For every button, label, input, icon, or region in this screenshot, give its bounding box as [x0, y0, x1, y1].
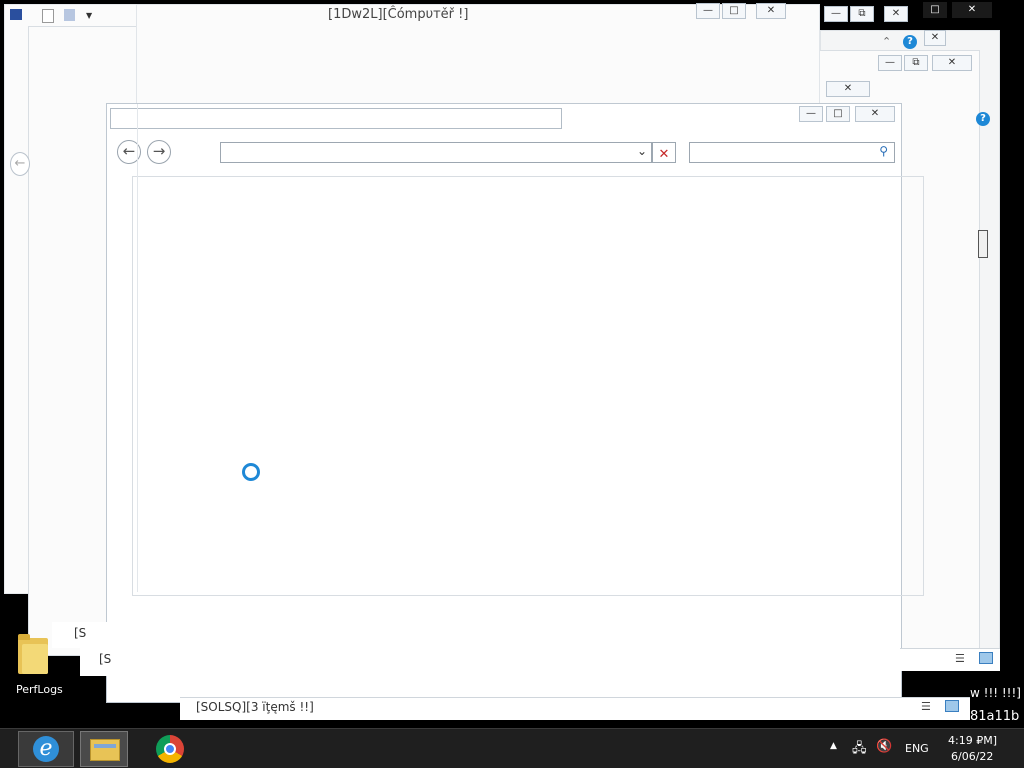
- ghost-maximize-button[interactable]: □: [722, 3, 746, 19]
- chrome-icon: [156, 735, 184, 763]
- ghost4-minimize-button[interactable]: —: [878, 55, 902, 71]
- network-icon[interactable]: 🖧: [852, 739, 867, 761]
- help-icon-right[interactable]: ?: [976, 112, 990, 126]
- status-items-count: [SOLSQ][3 ïţęmš !!]: [196, 700, 314, 714]
- taskbar-explorer-button[interactable]: [80, 731, 128, 767]
- thumbnail-view-icon[interactable]: [979, 652, 993, 664]
- top-maximize-button[interactable]: □: [923, 2, 947, 18]
- clear-address-button[interactable]: ✕: [652, 142, 676, 163]
- ghost-minimize-button[interactable]: —: [696, 3, 720, 19]
- spinner-ring-icon: [242, 463, 260, 481]
- scroll-thumb[interactable]: [978, 230, 988, 258]
- ghost5-close-button[interactable]: ✕: [826, 81, 870, 97]
- ghost4-maximize-button[interactable]: ⧉: [904, 55, 928, 71]
- thumbnail-view-icon-2[interactable]: [945, 700, 959, 712]
- show-hidden-icons-icon[interactable]: ▲: [830, 741, 837, 751]
- ghost-close-button[interactable]: ✕: [756, 3, 786, 19]
- maximize-button[interactable]: □: [826, 106, 850, 122]
- details-view-icon-2[interactable]: ☰: [921, 700, 931, 713]
- chevron-down-icon: ▼: [86, 11, 93, 20]
- window-title: [1Dw2L][Ĉómpυтěř !]: [328, 7, 469, 22]
- file-explorer-icon: [90, 739, 120, 761]
- ghost2-maximize-button[interactable]: ⧉: [850, 6, 874, 22]
- content-pane-divider: [137, 104, 138, 592]
- volume-muted-icon[interactable]: 🔇: [876, 739, 892, 754]
- top-close-button[interactable]: ✕: [952, 2, 992, 18]
- clock-date[interactable]: 6/06/22: [951, 750, 993, 763]
- ghost3-close-button[interactable]: ✕: [924, 30, 946, 46]
- magnifier-icon: ⚲: [879, 144, 888, 158]
- minimize-button[interactable]: —: [799, 106, 823, 122]
- taskbar-ie-button[interactable]: e: [18, 731, 74, 767]
- x-icon: ✕: [658, 147, 670, 162]
- folder-small-icon: [64, 9, 75, 21]
- ghost2-close-button[interactable]: ✕: [884, 6, 908, 22]
- search-input[interactable]: ⚲: [689, 142, 895, 163]
- perflogs-folder-label[interactable]: PerfLogs: [16, 683, 63, 696]
- ghost4-close-button[interactable]: ✕: [932, 55, 972, 71]
- title-bar-box: [110, 108, 562, 129]
- desktop-edge-text-1: w !!! !!!]: [970, 686, 1021, 700]
- ghost-back-icon: ←: [10, 152, 30, 176]
- internet-explorer-icon: e: [33, 736, 59, 762]
- forward-icon[interactable]: →: [147, 140, 171, 164]
- save-icon: [10, 9, 22, 20]
- clock-time[interactable]: 4:19 ₽M]: [948, 734, 997, 747]
- ghost-window-titled: [136, 4, 820, 104]
- perflogs-folder-icon[interactable]: [18, 632, 48, 674]
- chevron-down-icon[interactable]: ⌄: [637, 144, 647, 158]
- taskbar: e ▲ 🖧 🔇 ENG 4:19 ₽M] 6/06/22: [0, 728, 1024, 768]
- desktop-edge-text-2: 81a11b: [970, 709, 1020, 724]
- details-view-icon[interactable]: ☰: [955, 652, 965, 665]
- address-bar[interactable]: ⌄: [220, 142, 652, 163]
- close-button[interactable]: ✕: [855, 106, 895, 122]
- help-icon[interactable]: ?: [903, 35, 917, 49]
- content-pane: [132, 176, 924, 596]
- left-label-1: [S: [74, 626, 87, 640]
- left-label-2: [S: [99, 652, 112, 666]
- taskbar-chrome-button[interactable]: [150, 731, 190, 767]
- ribbon-collapse-icon[interactable]: ⌃: [882, 35, 891, 48]
- language-indicator[interactable]: ENG: [905, 742, 929, 755]
- ghost2-minimize-button[interactable]: —: [824, 6, 848, 22]
- document-icon: [42, 9, 54, 23]
